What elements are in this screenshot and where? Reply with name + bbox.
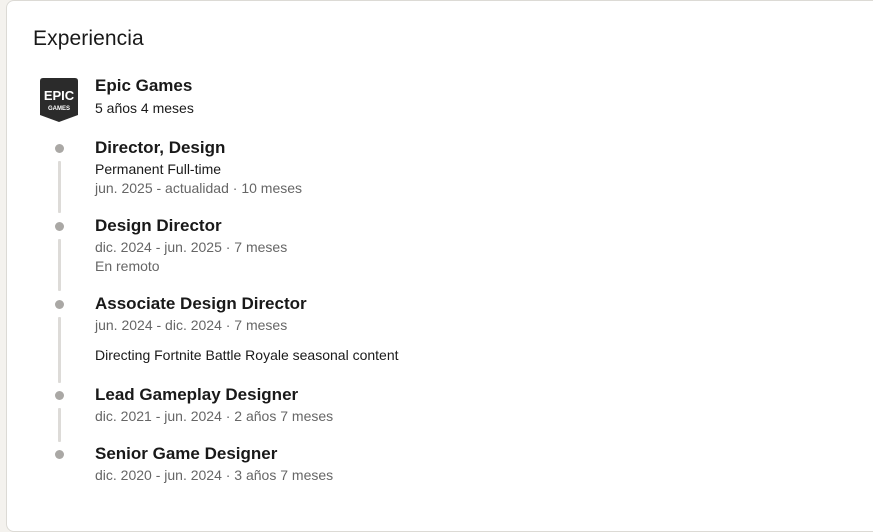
position-title[interactable]: Design Director xyxy=(95,216,222,236)
timeline-dot xyxy=(55,144,64,153)
timeline-dot xyxy=(55,391,64,400)
timeline-line xyxy=(58,317,61,383)
position-dates: dic. 2024 - jun. 2025 · 7 meses xyxy=(95,239,288,255)
timeline-line xyxy=(58,161,61,213)
position-title[interactable]: Lead Gameplay Designer xyxy=(95,385,298,405)
logo-text-bottom: GAMES xyxy=(48,106,70,112)
experience-card: Experiencia EPIC GAMES Epic Games 5 años… xyxy=(6,0,873,532)
company-name[interactable]: Epic Games xyxy=(95,76,192,96)
timeline-dot xyxy=(55,450,64,459)
company-duration: 5 años 4 meses xyxy=(95,100,194,116)
position-dates: jun. 2025 - actualidad · 10 meses xyxy=(95,180,303,196)
position-dates: jun. 2024 - dic. 2024 · 7 meses xyxy=(95,317,288,333)
position-employment-type: Permanent Full-time xyxy=(95,161,222,177)
logo-text-top: EPIC xyxy=(44,88,75,103)
position-title[interactable]: Director, Design xyxy=(95,138,225,158)
position-description: Directing Fortnite Battle Royale seasona… xyxy=(95,347,399,363)
section-title: Experiencia xyxy=(33,27,144,50)
position-dates: dic. 2021 - jun. 2024 · 2 años 7 meses xyxy=(95,408,334,424)
timeline-line xyxy=(58,408,61,442)
timeline-dot xyxy=(55,222,64,231)
position-location: En remoto xyxy=(95,258,160,274)
position-title[interactable]: Senior Game Designer xyxy=(95,444,277,464)
timeline-line xyxy=(58,239,61,291)
epic-games-logo[interactable]: EPIC GAMES xyxy=(40,78,78,122)
timeline-dot xyxy=(55,300,64,309)
position-dates: dic. 2020 - jun. 2024 · 3 años 7 meses xyxy=(95,467,334,483)
position-title[interactable]: Associate Design Director xyxy=(95,294,307,314)
